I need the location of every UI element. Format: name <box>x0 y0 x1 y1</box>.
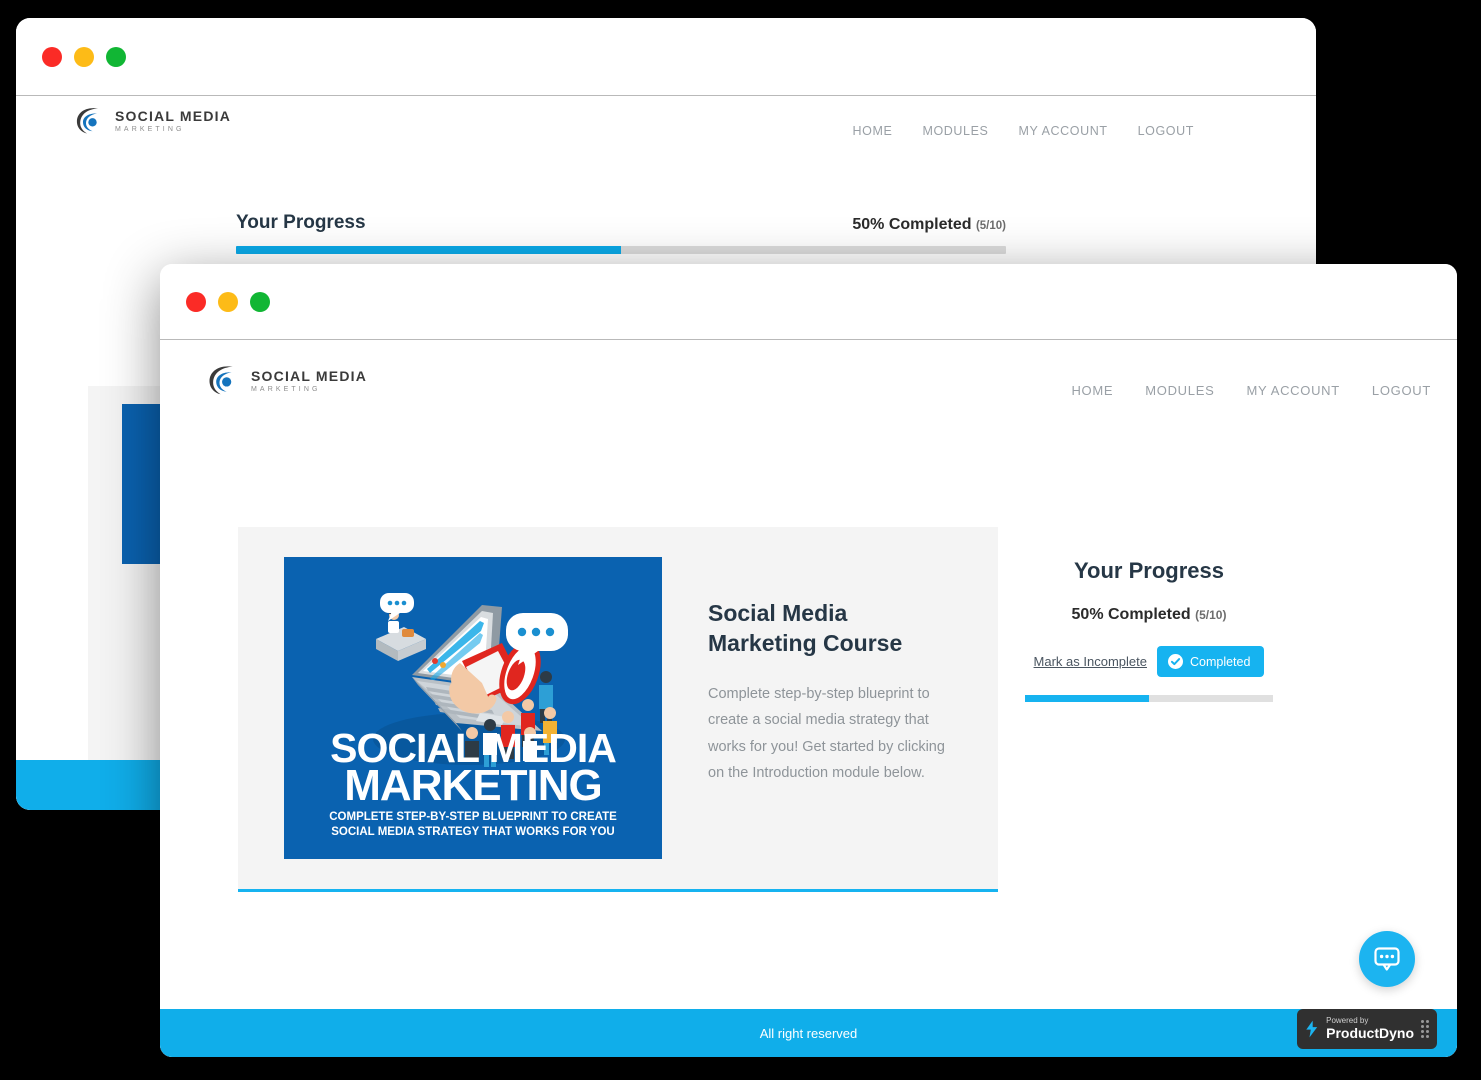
nav-item-home[interactable]: HOME <box>1071 383 1113 398</box>
progress-percent: 50% Completed <box>1071 606 1191 623</box>
progress-stat: 50% Completed (5/10) <box>1025 606 1273 624</box>
logo-swoosh-icon <box>76 108 98 134</box>
minimize-button-icon[interactable] <box>74 46 94 67</box>
foreground-browser-window[interactable]: SOCIAL MEDIA MARKETING HOME MODULES MY A… <box>160 264 1457 1057</box>
progress-actions: Mark as Incomplete Completed <box>1025 646 1273 677</box>
completed-button-label: Completed <box>1189 654 1251 669</box>
back-traffic-lights <box>42 46 126 67</box>
logo-title: SOCIAL MEDIA <box>251 367 368 384</box>
front-site-logo[interactable]: SOCIAL MEDIA MARKETING <box>206 364 367 397</box>
close-button-icon[interactable] <box>186 291 206 312</box>
nav-item-my-account[interactable]: MY ACCOUNT <box>1018 124 1107 138</box>
back-progress-stat: 50% Completed (5/10) <box>852 216 1006 234</box>
progress-title: Your Progress <box>1074 558 1224 583</box>
progress-bar <box>1025 695 1273 702</box>
front-header: SOCIAL MEDIA MARKETING HOME MODULES MY A… <box>160 340 1457 428</box>
maximize-button-icon[interactable] <box>106 46 126 67</box>
chat-support-button[interactable] <box>1359 931 1415 987</box>
thumb-headline-2: MARKETING <box>344 761 601 810</box>
front-window-footer: All right reserved <box>160 1009 1457 1057</box>
module-description: Complete step-by-step blueprint to creat… <box>708 685 945 781</box>
logo-subtitle: MARKETING <box>251 385 321 393</box>
nav-item-modules[interactable]: MODULES <box>922 124 988 138</box>
nav-item-modules[interactable]: MODULES <box>1145 383 1214 398</box>
front-window-titlebar <box>160 264 1457 340</box>
module-thumbnail[interactable]: SOCIAL MEDIA MARKETING COMPLETE STEP-BY-… <box>284 557 662 859</box>
productdyno-brand: ProductDyno <box>1326 1024 1414 1041</box>
progress-sidebar: Your Progress 50% Completed (5/10) Mark … <box>1025 558 1273 702</box>
front-main-nav: HOME MODULES MY ACCOUNT LOGOUT <box>1071 383 1431 398</box>
thumb-tagline-1: COMPLETE STEP-BY-STEP BLUEPRINT TO CREAT… <box>329 811 617 823</box>
back-window-titlebar <box>16 18 1316 96</box>
front-window-body: SOCIAL MEDIA MARKETING HOME MODULES MY A… <box>160 340 1457 1057</box>
logo-swoosh-icon <box>209 366 233 395</box>
logo-subtitle: MARKETING <box>115 126 185 133</box>
back-progress-percent: 50% Completed <box>852 216 972 233</box>
lightning-bolt-icon <box>1306 1020 1318 1038</box>
back-progress-title: Your Progress <box>236 212 366 233</box>
progress-fraction: (5/10) <box>1195 608 1227 622</box>
maximize-button-icon[interactable] <box>250 291 270 312</box>
module-thumbnail-artwork: SOCIAL MEDIA MARKETING COMPLETE STEP-BY-… <box>284 557 662 859</box>
powered-by-badge[interactable]: Powered by ProductDyno <box>1297 1009 1437 1049</box>
check-circle-icon <box>1167 654 1183 669</box>
back-progress-fraction: (5/10) <box>975 220 1006 232</box>
front-traffic-lights <box>186 291 270 312</box>
back-site-logo[interactable]: SOCIAL MEDIA MARKETING <box>74 106 231 136</box>
footer-text: All right reserved <box>759 1025 858 1041</box>
screenshot-stage: SOCIAL MEDIA MARKETING HOME MODULES MY A… <box>0 0 1481 1080</box>
nav-item-logout[interactable]: LOGOUT <box>1138 124 1194 138</box>
back-main-nav: HOME MODULES MY ACCOUNT LOGOUT <box>853 124 1194 138</box>
close-button-icon[interactable] <box>42 46 62 67</box>
module-card[interactable]: SOCIAL MEDIA MARKETING COMPLETE STEP-BY-… <box>238 527 998 892</box>
module-title: Social Media Marketing Course <box>708 600 903 656</box>
thumb-tagline-2: SOCIAL MEDIA STRATEGY THAT WORKS FOR YOU <box>331 826 614 838</box>
mark-as-incomplete-link[interactable]: Mark as Incomplete <box>1034 654 1147 669</box>
nav-item-home[interactable]: HOME <box>853 124 893 138</box>
module-text-block: Social Media Marketing Course Complete s… <box>662 527 998 889</box>
completed-button[interactable]: Completed <box>1156 646 1265 677</box>
progress-bar-fill <box>1025 695 1149 702</box>
back-progress-section: Your Progress 50% Completed (5/10) <box>236 212 1006 254</box>
chat-bubble-icon <box>1374 947 1400 971</box>
nav-item-my-account[interactable]: MY ACCOUNT <box>1246 383 1339 398</box>
back-progress-bar <box>236 246 1006 254</box>
back-progress-bar-fill <box>236 246 621 254</box>
drag-handle-icon[interactable] <box>1421 1020 1429 1038</box>
minimize-button-icon[interactable] <box>218 291 238 312</box>
nav-item-logout[interactable]: LOGOUT <box>1372 383 1431 398</box>
logo-title: SOCIAL MEDIA <box>115 108 232 124</box>
